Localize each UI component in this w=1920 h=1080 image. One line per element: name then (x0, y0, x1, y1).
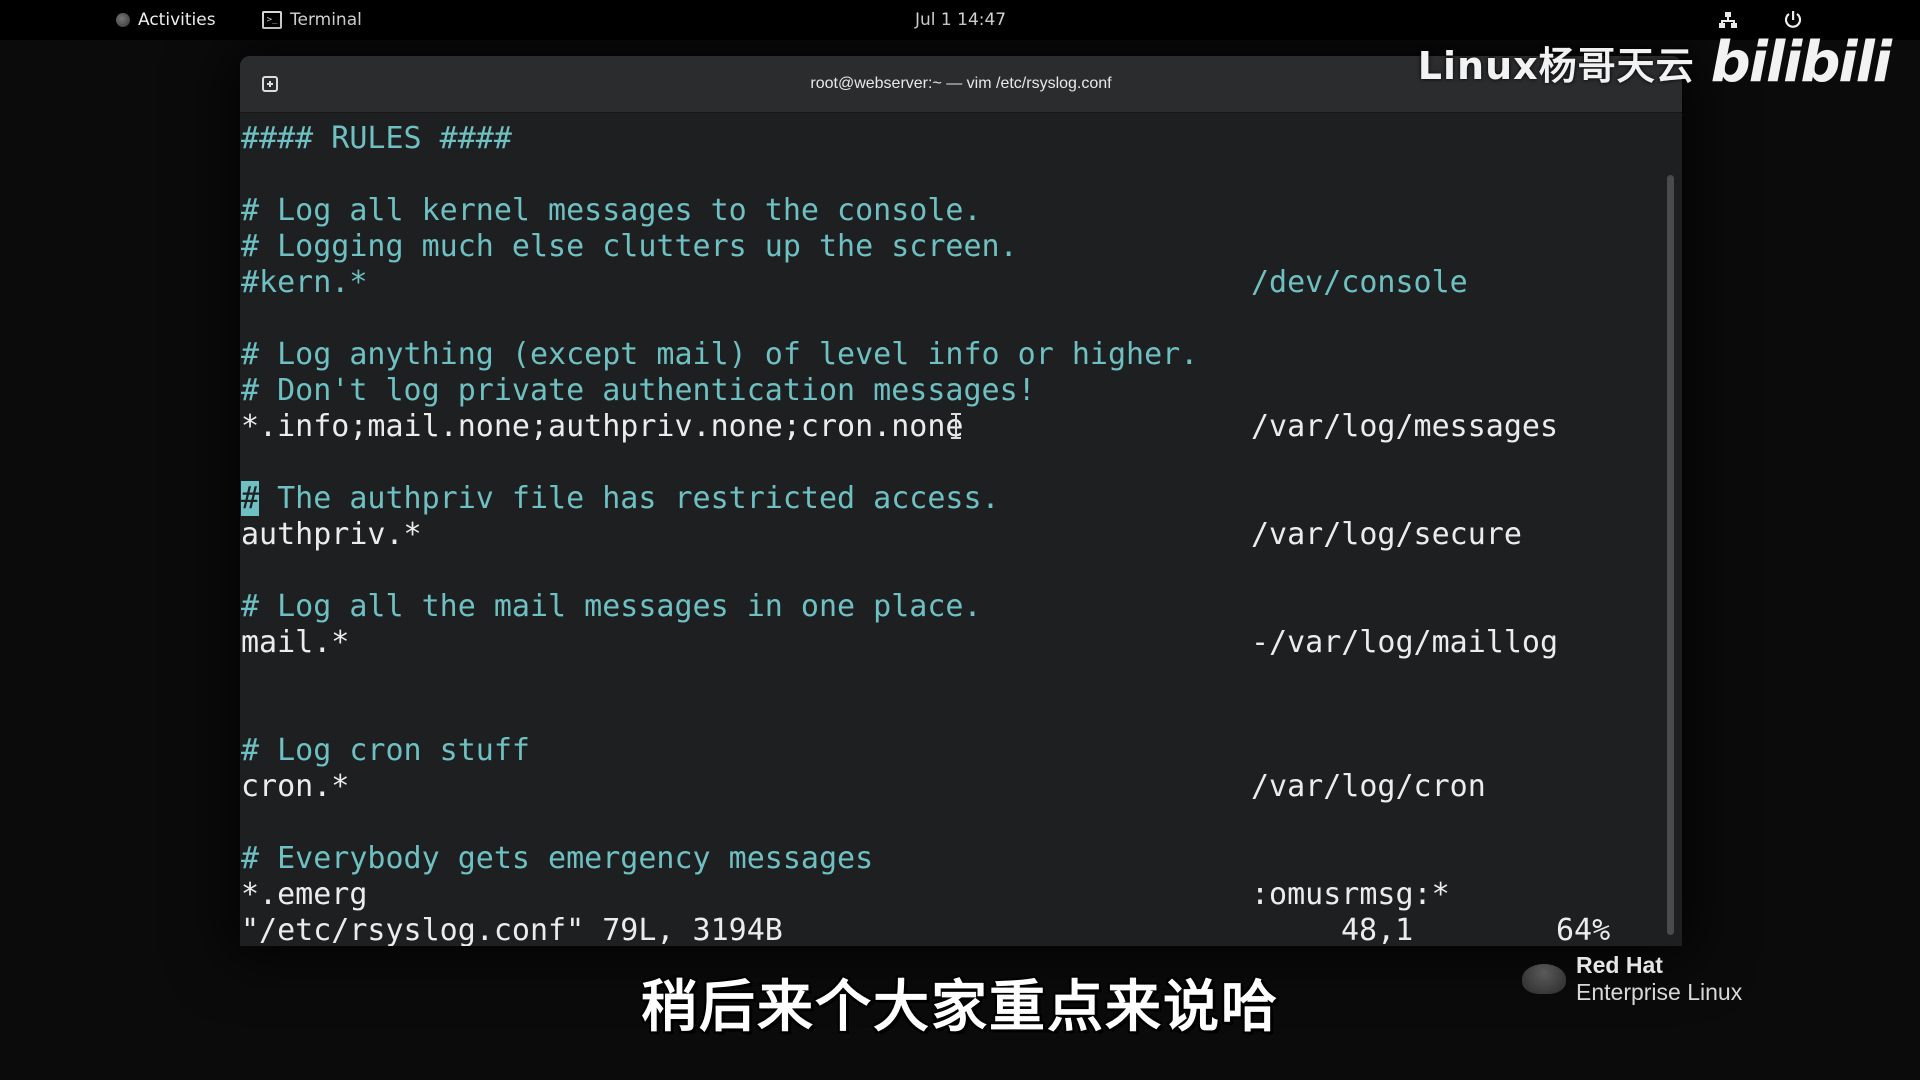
activities-label: Activities (138, 10, 216, 30)
log-destination: /var/log/messages (1251, 409, 1559, 444)
line-text: # Log cron stuff (241, 733, 530, 768)
line-text: # The authpriv file has restricted acces… (241, 481, 1000, 517)
watermark-text: Linux杨哥天云 (1417, 44, 1695, 88)
line-text: *.emerg (241, 877, 368, 912)
status-file-info: "/etc/rsyslog.conf" 79L, 3194B (241, 913, 783, 946)
log-destination: /dev/console (1251, 265, 1468, 300)
line-text: #### RULES #### (241, 121, 512, 156)
clock-label: Jul 1 14:47 (915, 10, 1007, 30)
clock[interactable]: Jul 1 14:47 (915, 0, 1006, 40)
line-text: # Logging much else clutters up the scre… (241, 229, 1018, 264)
desktop: Activities >_ Terminal Jul 1 14:47 root@… (0, 0, 1920, 1080)
log-destination: /var/log/cron (1251, 769, 1486, 804)
line-text: # Everybody gets emergency messages (241, 841, 874, 876)
video-subtitle: 稍后来个大家重点来说哈 (640, 974, 1279, 1042)
terminal-window: root@webserver:~ — vim /etc/rsyslog.conf… (240, 56, 1682, 946)
bilibili-logo: bilibili (1710, 30, 1892, 95)
status-scroll-percent: 64% (1556, 913, 1611, 946)
line-text: authpriv.* (241, 517, 422, 552)
log-destination: /var/log/secure (1251, 517, 1522, 552)
activities-button[interactable]: Activities (116, 0, 216, 40)
watermark: Linux杨哥天云 bilibili (1417, 30, 1892, 95)
vim-cursor: # (241, 481, 260, 516)
log-destination: :omusrmsg:* (1251, 877, 1450, 912)
line-text: # Log all the mail messages in one place… (241, 589, 982, 624)
line-text: mail.* (241, 625, 350, 660)
line-text: #kern.* (241, 265, 368, 300)
line-text: # Don't log private authentication messa… (241, 373, 1036, 408)
line-text: cron.* (241, 769, 350, 804)
log-destination: -/var/log/maillog (1251, 625, 1559, 660)
terminal-icon: >_ (262, 11, 282, 29)
line-text: # Log all kernel messages to the console… (241, 193, 982, 228)
terminal-view[interactable]: #### RULES #### # Log all kernel messages… (240, 113, 1682, 946)
activities-icon (116, 13, 130, 27)
app-menu-label: Terminal (290, 10, 362, 30)
status-cursor-position: 48,1 (1341, 913, 1414, 946)
line-text: # Log anything (except mail) of level in… (241, 337, 1199, 372)
app-menu[interactable]: >_ Terminal (262, 0, 362, 40)
line-text: *.info;mail.none;authpriv.none;cron.none (241, 409, 964, 444)
comment-text: The authpriv file has restricted access. (259, 481, 1000, 516)
scrollbar[interactable] (1667, 175, 1674, 935)
mouse-ibeam-icon (951, 413, 961, 439)
